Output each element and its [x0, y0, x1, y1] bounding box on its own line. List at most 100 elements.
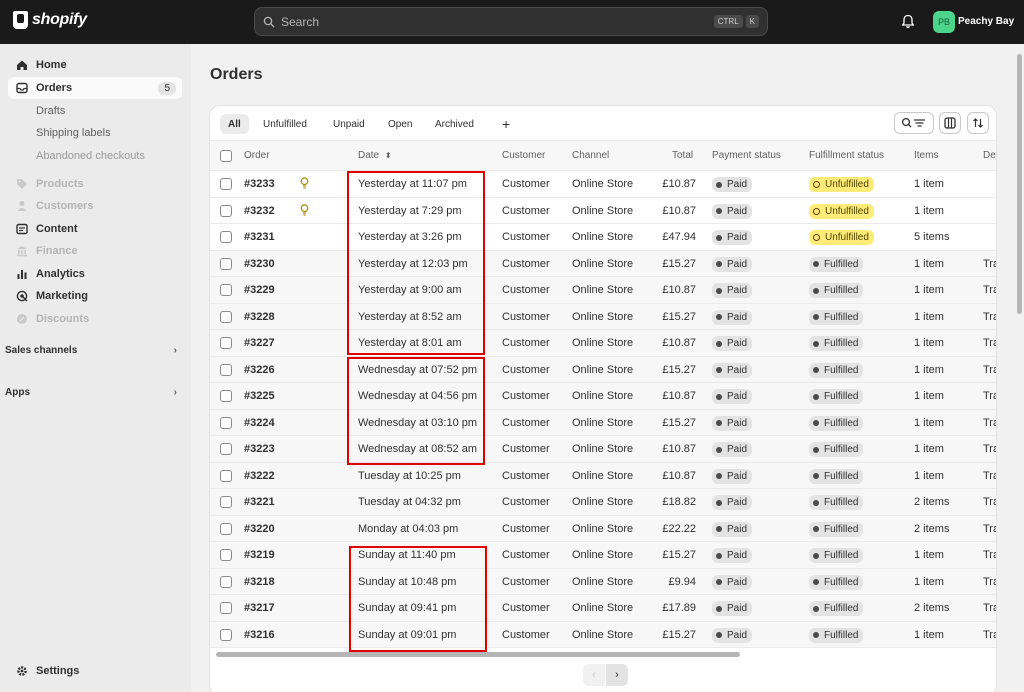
row-checkbox[interactable] — [220, 602, 232, 614]
order-customer[interactable]: Customer — [502, 390, 550, 402]
order-number[interactable]: #3222 — [244, 470, 275, 482]
row-checkbox[interactable] — [220, 416, 232, 429]
search-filter-button[interactable] — [894, 112, 934, 134]
row-checkbox[interactable] — [220, 178, 232, 190]
row-checkbox[interactable] — [220, 496, 232, 508]
row-checkbox[interactable] — [220, 443, 232, 455]
sidebar-item-products[interactable]: Products — [8, 173, 182, 195]
column-header-date[interactable]: Date ⬍ — [358, 150, 392, 161]
table-row[interactable]: #3229 Yesterday at 9:00 am Customer Online … — [210, 277, 996, 304]
sidebar-item-home[interactable]: Home — [8, 54, 182, 76]
order-number[interactable]: #3224 — [244, 417, 275, 429]
next-page-button[interactable]: › — [606, 664, 628, 686]
row-checkbox[interactable] — [220, 337, 232, 349]
sales-channels-section[interactable]: Sales channels › — [5, 345, 177, 356]
add-view-button[interactable]: + — [494, 114, 518, 134]
columns-button[interactable] — [939, 112, 961, 134]
column-header-delivery[interactable]: De — [983, 150, 996, 161]
column-header-total[interactable]: Total — [672, 150, 693, 161]
order-number[interactable]: #3229 — [244, 284, 275, 296]
order-customer[interactable]: Customer — [502, 602, 550, 614]
order-customer[interactable]: Customer — [502, 443, 550, 455]
sidebar-item-content[interactable]: Content — [8, 218, 182, 240]
avatar[interactable]: PB — [933, 11, 955, 33]
order-customer[interactable]: Customer — [502, 337, 550, 349]
order-number[interactable]: #3226 — [244, 364, 275, 376]
row-checkbox[interactable] — [220, 310, 232, 323]
order-number[interactable]: #3230 — [244, 258, 275, 270]
table-row[interactable]: #3223 Wednesday at 08:52 am Customer Online… — [210, 436, 996, 463]
row-checkbox[interactable] — [220, 469, 232, 482]
table-row[interactable]: #3220 Monday at 04:03 pm Customer Online St… — [210, 515, 996, 542]
tab-unfulfilled[interactable]: Unfulfilled — [255, 114, 315, 134]
order-customer[interactable]: Customer — [502, 576, 550, 588]
table-row[interactable]: #3225 Wednesday at 04:56 pm Customer Online… — [210, 383, 996, 410]
order-customer[interactable]: Customer — [502, 178, 550, 190]
row-checkbox[interactable] — [220, 549, 232, 561]
order-customer[interactable]: Customer — [502, 523, 550, 535]
column-header-customer[interactable]: Customer — [502, 150, 545, 161]
table-row[interactable]: #3224 Wednesday at 03:10 pm Customer Online… — [210, 409, 996, 436]
order-number[interactable]: #3232 — [244, 205, 275, 217]
table-row[interactable]: #3222 Tuesday at 10:25 pm Customer Online S… — [210, 462, 996, 489]
table-row[interactable]: #3228 Yesterday at 8:52 am Customer Online … — [210, 303, 996, 330]
order-customer[interactable]: Customer — [502, 496, 550, 508]
row-checkbox[interactable] — [220, 231, 232, 243]
column-header-fulfillment-status[interactable]: Fulfillment status — [809, 150, 884, 161]
sidebar-item-orders[interactable]: Orders 5 — [8, 77, 182, 99]
order-customer[interactable]: Customer — [502, 549, 550, 561]
order-number[interactable]: #3227 — [244, 337, 275, 349]
order-customer[interactable]: Customer — [502, 364, 550, 376]
row-checkbox[interactable] — [220, 257, 232, 270]
order-customer[interactable]: Customer — [502, 629, 550, 641]
order-number[interactable]: #3228 — [244, 311, 275, 323]
tab-all[interactable]: All — [220, 114, 249, 134]
column-header-channel[interactable]: Channel — [572, 150, 609, 161]
order-number[interactable]: #3223 — [244, 443, 275, 455]
tab-unpaid[interactable]: Unpaid — [325, 114, 373, 134]
row-checkbox[interactable] — [220, 522, 232, 535]
search-input[interactable]: Search CTRL K — [254, 7, 768, 36]
order-customer[interactable]: Customer — [502, 284, 550, 296]
lightbulb-icon[interactable] — [300, 203, 309, 216]
column-header-payment-status[interactable]: Payment status — [712, 150, 781, 161]
table-row[interactable]: #3221 Tuesday at 04:32 pm Customer Online S… — [210, 489, 996, 516]
order-number[interactable]: #3218 — [244, 576, 275, 588]
table-row[interactable]: #3218 Sunday at 10:48 pm Customer Online St… — [210, 568, 996, 595]
order-customer[interactable]: Customer — [502, 205, 550, 217]
row-checkbox[interactable] — [220, 284, 232, 296]
table-row[interactable]: #3231 Yesterday at 3:26 pm Customer Online … — [210, 224, 996, 251]
store-name[interactable]: Peachy Bay — [958, 16, 1014, 27]
table-row[interactable]: #3226 Wednesday at 07:52 pm Customer Online… — [210, 356, 996, 383]
order-customer[interactable]: Customer — [502, 417, 550, 429]
order-number[interactable]: #3221 — [244, 496, 275, 508]
previous-page-button[interactable]: ‹ — [583, 664, 605, 686]
row-checkbox[interactable] — [220, 204, 232, 217]
horizontal-scrollbar[interactable] — [216, 652, 740, 657]
order-number[interactable]: #3217 — [244, 602, 275, 614]
sidebar-item-finance[interactable]: Finance — [8, 240, 182, 262]
sidebar-item-marketing[interactable]: Marketing — [8, 285, 182, 307]
order-customer[interactable]: Customer — [502, 258, 550, 270]
table-row[interactable]: #3233 Yesterday at 11:07 pm Customer Online… — [210, 171, 996, 198]
order-number[interactable]: #3225 — [244, 390, 275, 402]
order-number[interactable]: #3219 — [244, 549, 275, 561]
tab-open[interactable]: Open — [380, 114, 420, 134]
order-number[interactable]: #3220 — [244, 523, 275, 535]
sidebar-item-abandoned-checkouts[interactable]: Abandoned checkouts — [36, 150, 145, 162]
order-number[interactable]: #3233 — [244, 178, 275, 190]
vertical-scrollbar[interactable] — [1017, 54, 1022, 314]
sidebar-item-customers[interactable]: Customers — [8, 195, 182, 217]
sidebar-item-discounts[interactable]: Discounts — [8, 308, 182, 330]
order-number[interactable]: #3216 — [244, 629, 275, 641]
order-customer[interactable]: Customer — [502, 231, 550, 243]
sidebar-item-drafts[interactable]: Drafts — [36, 105, 65, 117]
order-customer[interactable]: Customer — [502, 311, 550, 323]
table-row[interactable]: #3230 Yesterday at 12:03 pm Customer Online… — [210, 250, 996, 277]
table-row[interactable]: #3232 Yesterday at 7:29 pm Customer Online … — [210, 197, 996, 224]
row-checkbox[interactable] — [220, 363, 232, 376]
column-header-order[interactable]: Order — [244, 150, 270, 161]
column-header-items[interactable]: Items — [914, 150, 938, 161]
bell-icon[interactable] — [901, 14, 915, 29]
tab-archived[interactable]: Archived — [427, 114, 482, 134]
